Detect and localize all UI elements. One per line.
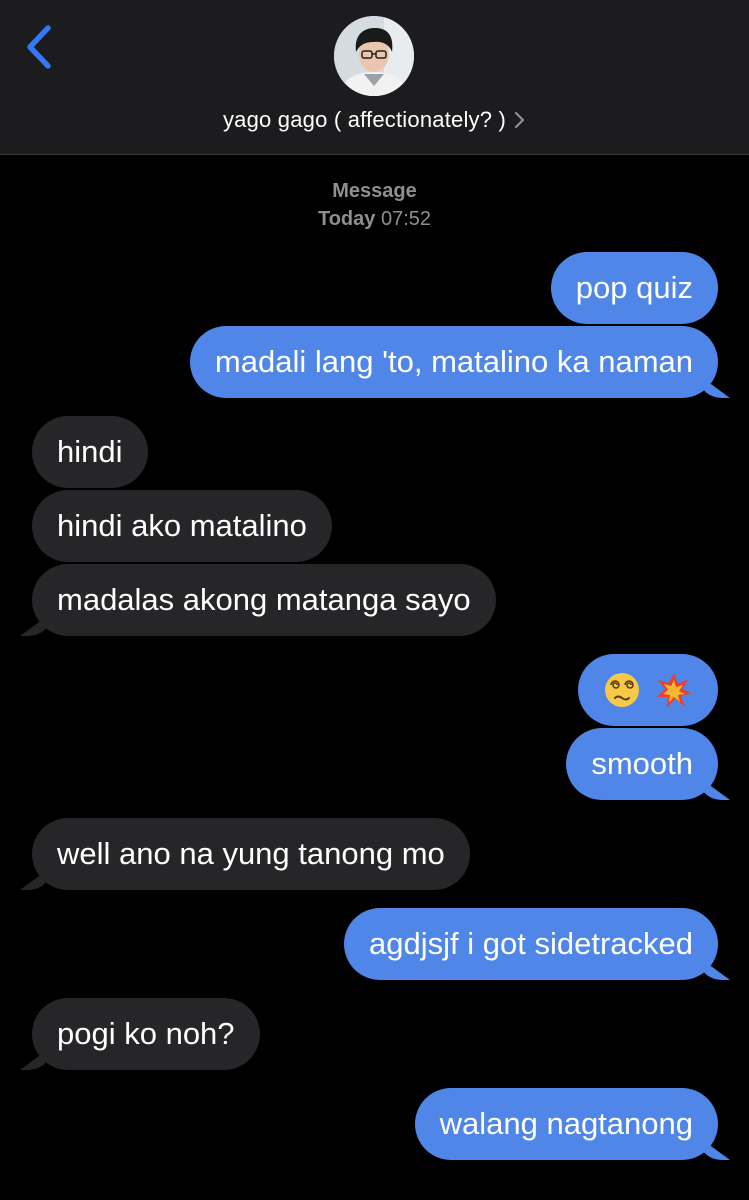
message-text: smooth — [591, 746, 693, 781]
service-label: Message — [332, 180, 417, 202]
message-text: madali lang 'to, matalino ka naman — [214, 344, 693, 379]
message-bubble-received[interactable]: hindi — [32, 416, 148, 488]
message-bubble-sent[interactable]: smooth — [566, 728, 718, 800]
message-text: hindi ako matalino — [57, 508, 307, 543]
dizzy-face-emoji — [605, 673, 639, 707]
message-bubble-sent[interactable]: madali lang 'to, matalino ka naman — [189, 326, 718, 398]
message-bubble-sent[interactable]: agdjsjf i got sidetracked — [344, 908, 718, 980]
collision-emoji — [657, 673, 692, 708]
conversation-header: yago gago ( affectionately? ) — [0, 0, 749, 155]
message-text: pop quiz — [575, 270, 693, 305]
message-text: agdjsjf i got sidetracked — [369, 926, 693, 961]
message-bubble-received[interactable]: madalas akong matanga sayo — [32, 564, 496, 636]
chevron-right-icon — [514, 111, 525, 129]
message-text: madalas akong matanga sayo — [57, 582, 471, 617]
message-text: hindi — [57, 434, 123, 469]
message-bubble-received[interactable]: pogi ko noh? — [32, 998, 260, 1070]
message-text: walang nagtanong — [439, 1106, 693, 1141]
contact-details-link[interactable]: yago gago ( affectionately? ) — [0, 104, 749, 136]
timestamp-day: Today — [317, 208, 376, 230]
contact-name: yago gago ( affectionately? ) — [222, 107, 507, 132]
timestamp-time: 07:52 — [380, 208, 432, 230]
message-text: pogi ko noh? — [57, 1016, 235, 1051]
chevron-left-icon — [27, 25, 51, 69]
back-button[interactable] — [18, 22, 62, 76]
timestamp: Today 07:52 — [0, 208, 749, 231]
message-bubble-sent[interactable]: pop quiz — [550, 252, 718, 324]
message-bubble-received[interactable]: hindi ako matalino — [32, 490, 332, 562]
message-text: well ano na yung tanong mo — [57, 836, 445, 871]
message-bubble-sent-emoji[interactable] — [578, 654, 718, 726]
message-bubble-received[interactable]: well ano na yung tanong mo — [32, 818, 470, 890]
message-bubble-sent[interactable]: walang nagtanong — [414, 1088, 718, 1160]
contact-photo — [334, 16, 414, 96]
avatar[interactable] — [334, 16, 414, 96]
